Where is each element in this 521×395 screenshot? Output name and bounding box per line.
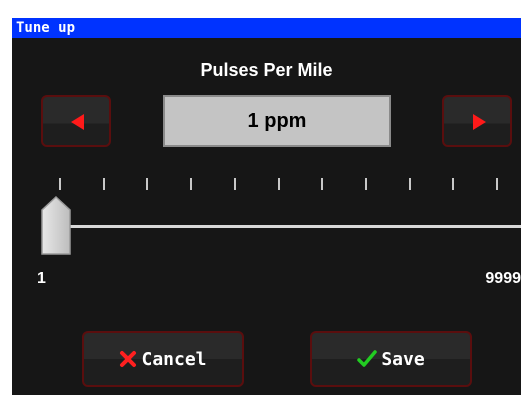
slider-tick — [452, 178, 454, 190]
slider-max-label: 9999 — [485, 270, 521, 287]
slider-tick — [409, 178, 411, 190]
tune-up-window: Tune up Pulses Per Mile 1 ppm 1 9999 Can… — [12, 18, 521, 395]
cancel-label: Cancel — [141, 348, 207, 370]
title-bar: Tune up — [12, 18, 521, 38]
save-label: Save — [381, 348, 425, 370]
slider-tick — [190, 178, 192, 190]
x-icon — [119, 350, 137, 368]
cancel-button[interactable]: Cancel — [82, 331, 244, 387]
slider-tick — [365, 178, 367, 190]
slider-track[interactable] — [64, 225, 521, 228]
slider-tick — [103, 178, 105, 190]
setting-label: Pulses Per Mile — [200, 60, 333, 80]
slider-ticks — [12, 178, 521, 190]
value-display: 1 ppm — [163, 95, 391, 147]
slider-tick — [278, 178, 280, 190]
slider-thumb[interactable] — [41, 196, 71, 256]
slider-tick — [496, 178, 498, 190]
checkmark-icon — [357, 350, 378, 368]
window-title: Tune up — [16, 20, 76, 36]
slider-tick — [321, 178, 323, 190]
save-button[interactable]: Save — [310, 331, 472, 387]
slider-tick — [59, 178, 61, 190]
decrement-button[interactable] — [41, 95, 111, 147]
increment-button[interactable] — [442, 95, 512, 147]
slider-tick — [234, 178, 236, 190]
slider-tick — [146, 178, 148, 190]
triangle-left-icon — [71, 114, 84, 130]
triangle-right-icon — [473, 114, 486, 130]
slider-min-label: 1 — [37, 270, 46, 287]
